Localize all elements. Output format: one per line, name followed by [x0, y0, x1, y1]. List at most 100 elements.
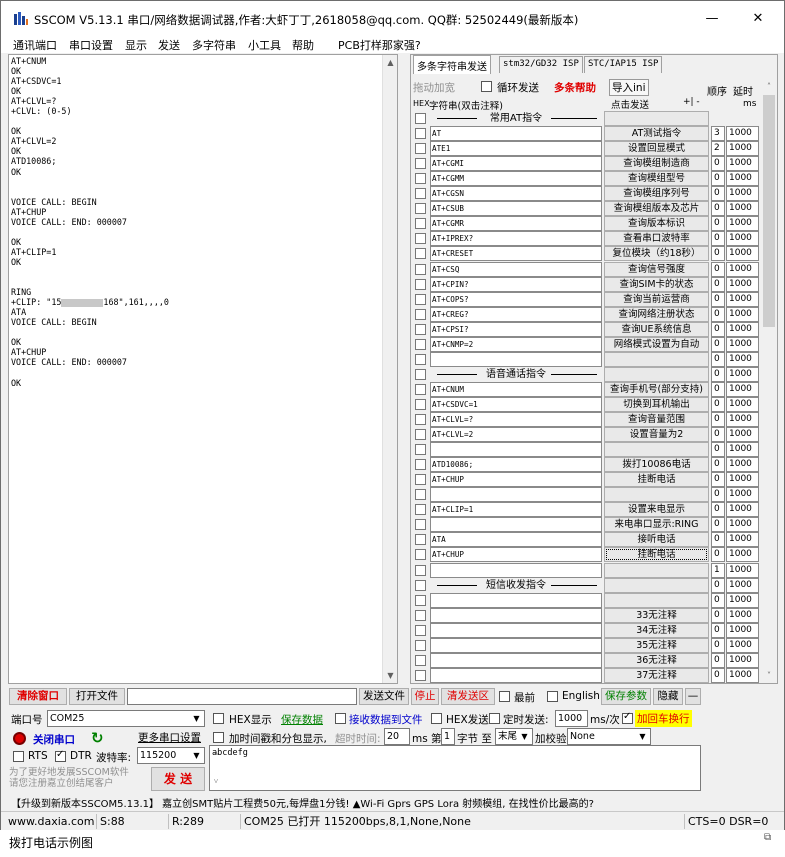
row-order-input[interactable]: 0 [711, 457, 725, 473]
row-delay-input[interactable]: 1000 [726, 171, 759, 187]
row-hex-checkbox[interactable] [415, 308, 426, 320]
add-crlf-checkbox[interactable] [622, 711, 633, 724]
row-order-input[interactable]: 0 [711, 291, 725, 307]
row-order-input[interactable]: 0 [711, 532, 725, 548]
row-delay-input[interactable]: 1000 [726, 321, 759, 337]
timeout-input[interactable]: 20 [384, 728, 410, 745]
row-command-input[interactable]: AT+CLVL=? [430, 412, 602, 427]
port-select[interactable]: COM25 ▼ [47, 710, 205, 727]
row-order-input[interactable]: 0 [711, 351, 725, 367]
row-hex-checkbox[interactable] [415, 278, 426, 290]
drag-widen-label[interactable]: 拖动加宽 [413, 80, 455, 95]
row-send-button[interactable]: 查询模组版本及芯片 [604, 201, 709, 217]
row-command-input[interactable] [430, 652, 602, 668]
row-hex-checkbox[interactable] [415, 594, 426, 606]
row-send-button[interactable] [604, 592, 709, 608]
row-order-input[interactable]: 0 [711, 412, 725, 427]
receive-terminal[interactable]: AT+CNUM OK AT+CSDVC=1 OK AT+CLVL=? +CLVL… [8, 54, 398, 684]
row-delay-input[interactable]: 1000 [726, 487, 759, 503]
row-delay-input[interactable]: 1000 [726, 381, 759, 397]
row-delay-input[interactable]: 1000 [726, 306, 759, 322]
row-command-input[interactable]: AT+CHUP [430, 547, 602, 563]
row-command-input[interactable] [430, 622, 602, 638]
menu-tools[interactable]: 小工具 [248, 37, 281, 53]
row-command-input[interactable]: AT+CGMR [430, 216, 602, 232]
row-order-input[interactable]: 0 [711, 201, 725, 217]
row-hex-checkbox[interactable] [415, 429, 426, 441]
row-command-input[interactable] [430, 592, 602, 608]
row-delay-input[interactable]: 1000 [726, 276, 759, 292]
row-send-button[interactable]: 复位模块（约18秒） [604, 246, 709, 262]
row-order-input[interactable]: 0 [711, 427, 725, 443]
row-delay-input[interactable]: 1000 [726, 442, 759, 458]
row-order-input[interactable]: 0 [711, 216, 725, 232]
menu-display[interactable]: 显示 [125, 37, 147, 53]
row-command-input[interactable] [430, 351, 602, 367]
row-delay-input[interactable]: 1000 [726, 532, 759, 548]
row-delay-input[interactable]: 1000 [726, 351, 759, 367]
terminal-scrollbar[interactable]: ▲ ▼ [382, 55, 397, 683]
row-command-input[interactable]: AT+CSQ [430, 261, 602, 277]
row-order-input[interactable]: 0 [711, 171, 725, 187]
row-hex-checkbox[interactable] [415, 489, 426, 501]
row-hex-checkbox[interactable] [415, 353, 426, 365]
scroll-thumb[interactable] [763, 95, 775, 327]
row-delay-input[interactable]: 1000 [726, 231, 759, 247]
row-order-input[interactable]: 0 [711, 231, 725, 247]
tab-stc-isp[interactable]: STC/IAP15 ISP [584, 56, 663, 73]
timed-interval-input[interactable]: 1000 [555, 710, 588, 727]
row-hex-checkbox[interactable] [415, 639, 426, 651]
row-hex-checkbox[interactable] [415, 474, 426, 486]
dtr-checkbox[interactable] [55, 749, 66, 762]
byte-index-input[interactable]: 1 [441, 728, 455, 745]
row-send-button[interactable] [604, 562, 709, 578]
row-send-button[interactable]: 网络模式设置为自动 [604, 336, 709, 352]
row-send-button[interactable]: 查询手机号(部分支持) [604, 381, 709, 397]
timestamp-checkbox[interactable] [213, 732, 224, 743]
register-promo[interactable]: 为了更好地发展SSCOM软件 请您注册嘉立创结尾客户 [9, 767, 129, 789]
row-command-input[interactable] [430, 607, 602, 623]
row-delay-input[interactable]: 1000 [726, 412, 759, 427]
row-send-button[interactable]: 来电串口显示:RING [604, 517, 709, 533]
row-command-input[interactable]: ATD10086; [430, 457, 602, 473]
row-send-button[interactable]: 查询网络注册状态 [604, 306, 709, 322]
clear-window-button[interactable]: 清除窗口 [9, 688, 67, 705]
ad-ticker[interactable]: 【升级到新版本SSCOM5.13.1】 嘉立创SMT贴片工程费50元,每焊盘1分… [11, 795, 594, 810]
row-order-input[interactable]: 0 [711, 261, 725, 277]
row-hex-checkbox[interactable] [415, 188, 426, 200]
row-hex-checkbox[interactable] [415, 669, 426, 681]
clear-send-area-button[interactable]: 清发送区 [441, 688, 495, 705]
row-order-input[interactable]: 1 [711, 562, 725, 578]
row-order-input[interactable]: 3 [711, 126, 725, 142]
save-data-button[interactable]: 保存数据 [281, 712, 323, 727]
row-delay-input[interactable]: 1000 [726, 637, 759, 653]
row-delay-input[interactable]: 1000 [726, 502, 759, 518]
row-send-button[interactable] [604, 577, 709, 593]
row-delay-input[interactable]: 1000 [726, 427, 759, 443]
row-send-button[interactable]: 查询音量范围 [604, 412, 709, 427]
refresh-icon[interactable]: ↻ [91, 729, 104, 747]
row-order-input[interactable]: 0 [711, 607, 725, 623]
row-delay-input[interactable]: 1000 [726, 291, 759, 307]
row-order-input[interactable]: 0 [711, 487, 725, 503]
row-delay-input[interactable]: 1000 [726, 336, 759, 352]
row-order-input[interactable]: 0 [711, 246, 725, 262]
menu-pcb-ad[interactable]: PCB打样那家强? [338, 37, 421, 53]
row-hex-checkbox[interactable] [415, 444, 426, 456]
hex-send-checkbox[interactable] [431, 713, 442, 724]
row-hex-checkbox[interactable] [415, 519, 426, 531]
row-command-input[interactable]: AT+CRESET [430, 246, 602, 262]
row-order-input[interactable]: 0 [711, 517, 725, 533]
row-send-button[interactable]: 33无注释 [604, 607, 709, 623]
row-delay-input[interactable]: 1000 [726, 156, 759, 172]
row-send-button[interactable]: AT测试指令 [604, 126, 709, 142]
send-text-area[interactable]: abcdefg ˄ ˅ [209, 745, 701, 791]
row-order-input[interactable]: 0 [711, 472, 725, 488]
row-command-input[interactable]: AT+CREG? [430, 306, 602, 322]
row-delay-input[interactable]: 1000 [726, 562, 759, 578]
row-delay-input[interactable]: 1000 [726, 607, 759, 623]
row-send-button[interactable]: 设置回显模式 [604, 141, 709, 157]
row-send-button[interactable]: 查询UE系统信息 [604, 321, 709, 337]
collapse-button[interactable]: — [685, 688, 701, 705]
row-order-input[interactable]: 0 [711, 186, 725, 202]
